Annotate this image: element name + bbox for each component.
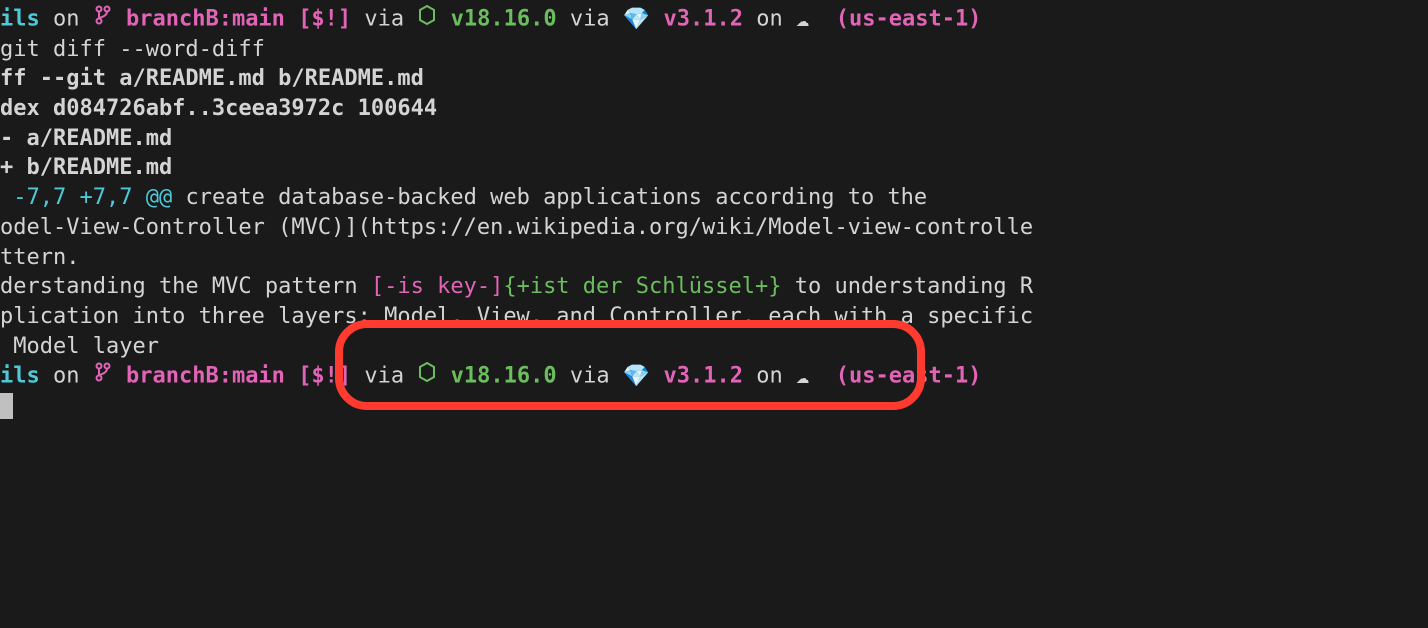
prompt-context: ils — [0, 364, 40, 389]
node-version: v18.16.0 — [451, 6, 557, 31]
diff-added: {+ist der Schlüssel+} — [503, 274, 781, 299]
via-text-1: via — [351, 6, 417, 31]
prompt-line-1: ils on branchB:main [$!] via v18.16.0 vi… — [0, 4, 1428, 35]
cursor-line[interactable] — [0, 392, 1428, 422]
on-text-2: on — [743, 364, 796, 389]
via-text-2: via — [557, 6, 623, 31]
cloud-icon: ☁ — [796, 5, 809, 35]
diff-header-index: dex d084726abf..3ceea3972c 100644 — [0, 94, 1428, 124]
prompt-on: on — [40, 364, 93, 389]
hunk-at: @@ — [146, 185, 173, 210]
ruby-version: v3.1.2 — [664, 6, 743, 31]
branch-icon — [95, 361, 111, 392]
cloud-icon: ☁ — [796, 362, 809, 392]
nodejs-icon — [417, 361, 437, 392]
branch-name: branchB:main — [126, 364, 285, 389]
ruby-version: v3.1.2 — [664, 364, 743, 389]
branch-flags: [$!] — [298, 6, 351, 31]
diff-context-line: ttern. — [0, 243, 1428, 273]
diff-header-file: ff --git a/README.md b/README.md — [0, 64, 1428, 94]
branch-icon — [95, 4, 111, 35]
diff-minus-file: - a/README.md — [0, 124, 1428, 154]
prompt-context: ils — [0, 6, 40, 31]
branch-name: branchB:main — [126, 6, 285, 31]
prompt-on: on — [40, 6, 93, 31]
on-text-2: on — [743, 6, 796, 31]
node-version: v18.16.0 — [451, 364, 557, 389]
diff-context-line: odel-View-Controller (MVC)](https://en.w… — [0, 213, 1428, 243]
diff-text-post: to understanding R — [781, 274, 1033, 299]
diff-plus-file: + b/README.md — [0, 153, 1428, 183]
gem-icon: 💎 — [623, 5, 650, 35]
via-text-1: via — [351, 364, 417, 389]
command-text: git diff --word-diff — [0, 37, 265, 62]
diff-context-line: plication into three layers: Model, View… — [0, 302, 1428, 332]
diff-text-pre: derstanding the MVC pattern — [0, 274, 371, 299]
diff-context-line: Model layer — [0, 332, 1428, 362]
branch-flags: [$!] — [298, 364, 351, 389]
terminal-cursor — [0, 393, 13, 419]
nodejs-icon — [417, 4, 437, 35]
command-line[interactable]: git diff --word-diff — [0, 35, 1428, 65]
diff-removed: [-is key-] — [371, 274, 503, 299]
hunk-range: -7,7 +7,7 — [0, 185, 146, 210]
prompt-line-2: ils on branchB:main [$!] via v18.16.0 vi… — [0, 361, 1428, 392]
diff-word-diff-line: derstanding the MVC pattern [-is key-]{+… — [0, 272, 1428, 302]
region: (us-east-1) — [836, 364, 982, 389]
hunk-context: create database-backed web applications … — [172, 185, 927, 210]
via-text-2: via — [557, 364, 623, 389]
gem-icon: 💎 — [623, 362, 650, 392]
region: (us-east-1) — [836, 6, 982, 31]
diff-hunk-header: -7,7 +7,7 @@ create database-backed web … — [0, 183, 1428, 213]
